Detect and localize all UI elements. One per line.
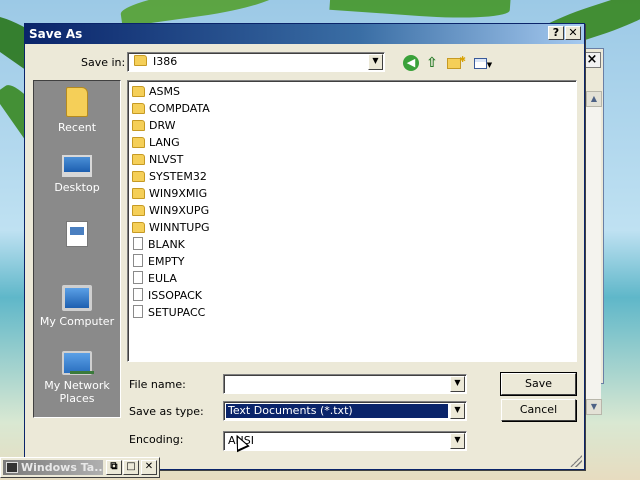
up-folder-icon[interactable]: ⇧ (423, 55, 441, 71)
dropdown-arrow-icon[interactable]: ▼ (368, 54, 383, 70)
save-as-type-label: Save as type: (129, 405, 204, 418)
list-item[interactable]: WIN9XUPG (132, 202, 209, 219)
cancel-button[interactable]: Cancel (501, 399, 576, 421)
place-desktop[interactable]: Desktop (34, 155, 120, 194)
list-item[interactable]: NLVST (132, 151, 183, 168)
places-bar: Recent Desktop My Computer My Network Pl… (33, 80, 121, 418)
save-button[interactable]: Save (500, 372, 577, 396)
folder-icon (132, 120, 145, 131)
my-computer-icon (62, 285, 92, 311)
list-item[interactable]: LANG (132, 134, 180, 151)
minimized-window-title-bar[interactable]: Windows Ta... (3, 460, 103, 475)
close-button[interactable]: ✕ (565, 26, 581, 40)
list-item[interactable]: SETUPACC (132, 304, 205, 321)
list-item[interactable]: EULA (132, 270, 177, 287)
folder-icon (132, 103, 145, 114)
minimized-window-title: Windows Ta... (21, 461, 103, 474)
place-label: My Network Places (44, 379, 110, 405)
scroll-down-arrow-icon[interactable]: ▼ (586, 399, 602, 415)
background-window-close-button[interactable]: × (583, 52, 601, 68)
text-file-icon (133, 237, 143, 250)
list-item[interactable]: COMPDATA (132, 100, 210, 117)
text-file-icon (133, 254, 143, 267)
encoding-label: Encoding: (129, 433, 184, 446)
list-item[interactable]: DRW (132, 117, 176, 134)
recent-folder-icon (66, 87, 88, 117)
dropdown-arrow-icon[interactable]: ▼ (450, 376, 465, 392)
save-in-value: I386 (153, 55, 178, 68)
list-item[interactable]: SYSTEM32 (132, 168, 207, 185)
dropdown-arrow-icon[interactable]: ▼ (450, 433, 465, 449)
list-item[interactable]: ASMS (132, 83, 180, 100)
help-button[interactable]: ? (548, 26, 564, 40)
folder-icon (132, 222, 145, 233)
file-name-input[interactable]: ▼ (223, 374, 467, 394)
background-window-scrollbar[interactable]: ▲ ▼ (585, 91, 602, 415)
text-file-icon (133, 288, 143, 301)
list-item[interactable]: EMPTY (132, 253, 185, 270)
place-my-documents[interactable] (34, 221, 120, 251)
list-item[interactable]: BLANK (132, 236, 185, 253)
text-file-icon (133, 271, 143, 284)
place-label: Recent (57, 121, 97, 134)
folder-icon (132, 154, 145, 165)
dropdown-arrow-icon[interactable]: ▼ (450, 403, 465, 419)
restore-button[interactable]: ⧉ (106, 460, 122, 475)
encoding-dropdown[interactable]: ANSI ▼ (223, 431, 467, 451)
folder-icon (132, 205, 145, 216)
list-item[interactable]: ISSOPACK (132, 287, 202, 304)
folder-icon (132, 137, 145, 148)
dialog-title-bar[interactable]: Save As ? ✕ (25, 24, 584, 44)
file-list[interactable]: ASMS COMPDATA DRW LANG NLVST SYSTEM32 WI… (127, 80, 577, 362)
network-places-icon (62, 351, 94, 375)
save-as-type-dropdown[interactable]: Text Documents (*.txt) ▼ (223, 401, 467, 421)
resize-grip-icon[interactable] (570, 455, 582, 467)
place-label: My Computer (39, 315, 115, 328)
save-in-label: Save in: (81, 56, 126, 69)
app-icon (6, 462, 18, 473)
close-button[interactable]: ✕ (141, 460, 157, 475)
save-in-dropdown[interactable]: I386 ▼ (127, 52, 385, 72)
maximize-button[interactable]: □ (123, 460, 139, 475)
folder-icon (134, 55, 147, 66)
folder-icon (132, 86, 145, 97)
list-item[interactable]: WINNTUPG (132, 219, 210, 236)
my-documents-icon (66, 221, 88, 247)
scroll-up-arrow-icon[interactable]: ▲ (586, 91, 602, 107)
folder-icon (132, 171, 145, 182)
text-file-icon (133, 305, 143, 318)
views-menu-icon[interactable]: ▼ (471, 55, 495, 71)
place-label: Desktop (54, 181, 100, 194)
dialog-title: Save As (29, 27, 83, 41)
back-arrow-icon[interactable]: ◀ (403, 55, 419, 71)
desktop-icon (62, 155, 92, 177)
palm-leaf-decoration (329, 0, 511, 23)
new-folder-icon[interactable] (445, 52, 466, 71)
minimized-window[interactable]: Windows Ta... ⧉ □ ✕ (0, 457, 160, 478)
file-name-label: File name: (129, 378, 186, 391)
place-recent[interactable]: Recent (34, 87, 120, 134)
save-as-dialog: Save As ? ✕ Save in: I386 ▼ ◀ ⇧ ▼ Recent… (24, 23, 585, 470)
place-network[interactable]: My Network Places (34, 351, 120, 405)
save-as-type-value: Text Documents (*.txt) (226, 404, 448, 418)
list-item[interactable]: WIN9XMIG (132, 185, 207, 202)
folder-icon (132, 188, 145, 199)
place-my-computer[interactable]: My Computer (34, 285, 120, 328)
